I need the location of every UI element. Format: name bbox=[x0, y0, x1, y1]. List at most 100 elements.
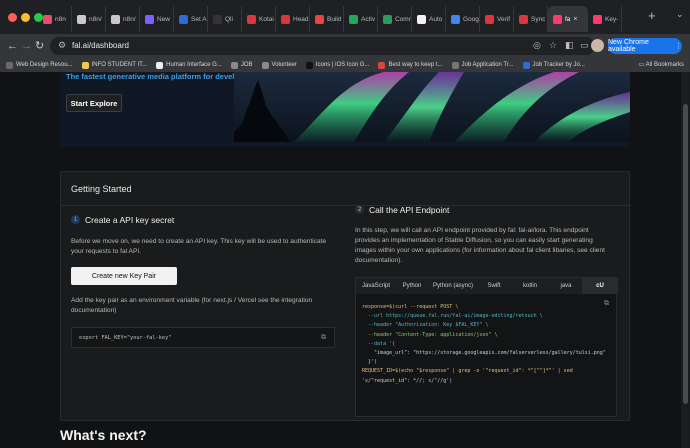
language-tab[interactable]: Swift bbox=[478, 278, 510, 294]
browser-tab[interactable]: Goog bbox=[446, 6, 480, 32]
code-example-panel: JavaScript Python Python (async) Swift kotli… bbox=[355, 277, 618, 417]
forward-icon[interactable]: → bbox=[21, 39, 32, 53]
tab-title: Key- bbox=[605, 15, 619, 23]
env-description: Add the key pair as an environment varia… bbox=[71, 296, 346, 316]
tab-favicon-icon bbox=[281, 14, 290, 24]
tab-title: n8n bbox=[55, 15, 66, 23]
bookmark-item[interactable]: INFO STUDENT IT... bbox=[81, 61, 147, 69]
browser-tab[interactable]: Set A bbox=[174, 6, 208, 32]
bookmark-item[interactable]: JOB bbox=[230, 61, 253, 69]
bookmark-item[interactable]: Job Application Tr... bbox=[451, 61, 514, 69]
tab-title: Set A bbox=[191, 15, 207, 23]
getting-started-title: Getting Started bbox=[71, 184, 132, 194]
create-key-pair-button[interactable]: Create new Key Pair bbox=[71, 267, 177, 285]
extension-icon[interactable]: ◧ bbox=[565, 40, 574, 51]
scrollbar-thumb[interactable] bbox=[683, 104, 688, 404]
all-bookmarks-button[interactable]: ▭ All Bookmarks bbox=[639, 61, 684, 68]
tab-title: Goog bbox=[463, 15, 479, 23]
env-code-text[interactable]: export FAL_KEY="your-fal-key" bbox=[79, 335, 171, 341]
tab-title: n8n/ bbox=[89, 15, 102, 23]
language-tab[interactable]: Python (async) bbox=[428, 278, 478, 294]
browser-tab[interactable]: Qli bbox=[208, 6, 242, 32]
browser-tabs: n8n n8n/n8n/New Set A Qli Kotai Head Build Acti… bbox=[38, 6, 622, 32]
env-description-line: Add the key pair as an environment varia… bbox=[71, 297, 313, 304]
bookmark-item[interactable]: Best way to keep t... bbox=[378, 61, 443, 69]
browser-tab[interactable]: New bbox=[140, 6, 174, 32]
minimize-window-dot[interactable] bbox=[21, 13, 30, 22]
tab-title: Head bbox=[293, 15, 309, 23]
browser-tab[interactable]: Verif bbox=[480, 6, 514, 32]
language-tabs: JavaScript Python Python (async) Swift kotli… bbox=[356, 278, 618, 294]
bookmark-item[interactable]: Web Design Resou... bbox=[6, 61, 73, 69]
bookmark-label: Web Design Resou... bbox=[16, 62, 73, 68]
bookmark-favicon-icon bbox=[261, 61, 269, 69]
browser-tab[interactable]: n8n/ bbox=[106, 6, 140, 32]
browser-tab[interactable]: n8n bbox=[38, 6, 72, 32]
tab-title: fa bbox=[565, 15, 571, 23]
back-icon[interactable]: ← bbox=[7, 39, 18, 53]
browser-tab[interactable]: Sync bbox=[514, 6, 548, 32]
browser-tab[interactable]: Kotai bbox=[242, 6, 276, 32]
bookmark-label: Job Application Tr... bbox=[461, 62, 514, 68]
new-tab-button[interactable]: + bbox=[648, 9, 656, 22]
browser-tab[interactable]: Activ bbox=[344, 6, 378, 32]
bookmark-item[interactable]: Icons | iOS Icon G... bbox=[305, 61, 369, 69]
bookmark-list: Web Design Resou... INFO STUDENT IT... Hum… bbox=[6, 61, 594, 69]
reload-icon[interactable]: ↻ bbox=[35, 39, 44, 53]
hide-eye-icon[interactable]: ◎ bbox=[533, 40, 541, 51]
code-line: --data '{ bbox=[362, 340, 396, 347]
code-line: REQUEST_ID=$(echo "$response" | grep -o … bbox=[362, 368, 573, 375]
language-tab[interactable]: kotlin bbox=[510, 278, 550, 294]
tab-favicon-icon bbox=[111, 14, 120, 24]
copy-icon[interactable]: ⧉ bbox=[321, 334, 326, 342]
tab-search-button[interactable]: ⌄ bbox=[676, 9, 684, 20]
update-chrome-button[interactable]: New Chrome available ⋮ bbox=[608, 38, 682, 54]
page-viewport[interactable]: The fastest generative media platform fo… bbox=[0, 72, 690, 448]
tab-favicon-icon bbox=[77, 14, 86, 24]
language-tab[interactable]: Python bbox=[396, 278, 428, 294]
aurora-illustration bbox=[234, 72, 630, 142]
tab-favicon-icon bbox=[315, 14, 324, 24]
start-explore-button[interactable]: Start Explore bbox=[66, 94, 122, 112]
close-tab-icon[interactable]: × bbox=[573, 16, 577, 23]
language-tab[interactable]: java bbox=[550, 278, 582, 294]
bookmark-favicon-icon bbox=[378, 61, 386, 69]
profile-avatar[interactable] bbox=[591, 39, 604, 52]
site-info-icon[interactable]: ⚙ bbox=[58, 40, 66, 51]
tab-title: Activ bbox=[361, 15, 376, 23]
close-window-dot[interactable] bbox=[8, 13, 17, 22]
browser-tab[interactable]: Auto bbox=[412, 6, 446, 32]
bookmark-star-icon[interactable]: ☆ bbox=[549, 40, 557, 51]
env-code-block: export FAL_KEY="your-fal-key" ⧉ bbox=[71, 327, 335, 348]
code-line: 's/"request_id": *//; s/"//g') bbox=[362, 377, 453, 384]
browser-tab[interactable]: fa × bbox=[548, 6, 588, 32]
page-scrollbar[interactable] bbox=[681, 72, 690, 448]
address-bar[interactable]: ⚙ fal.ai/dashboard ◎ ☆ ◧ ▭ bbox=[50, 37, 595, 55]
step2-description: In this step, we will call an API endpoi… bbox=[355, 226, 625, 266]
side-panel-icon[interactable]: ▭ bbox=[580, 40, 589, 51]
language-tab[interactable]: cU bbox=[582, 278, 618, 294]
browser-tab[interactable]: n8n/ bbox=[72, 6, 106, 32]
tab-title: New bbox=[157, 15, 171, 23]
bookmark-item[interactable]: Job Tracker by Jo... bbox=[522, 61, 585, 69]
tab-favicon-icon bbox=[145, 14, 154, 24]
step1-description: Before we move on, we need to create an … bbox=[71, 237, 346, 257]
browser-tab[interactable]: Build bbox=[310, 6, 344, 32]
browser-tab[interactable]: Key- bbox=[588, 6, 622, 32]
step2-description-line: images within your own applications (for… bbox=[355, 247, 605, 254]
language-tab[interactable]: JavaScript bbox=[356, 278, 396, 294]
tab-title: Build bbox=[327, 15, 342, 23]
bookmark-item[interactable]: Human Interface G... bbox=[156, 61, 222, 69]
curl-code-block[interactable]: response=$(curl --request POST \ --url h… bbox=[362, 303, 606, 386]
tab-strip: n8n n8n/n8n/New Set A Qli Kotai Head Build Acti… bbox=[0, 0, 690, 34]
bookmark-label: JOB bbox=[240, 62, 253, 68]
code-line: }') bbox=[362, 359, 378, 366]
code-line: "image_url": "https://storage.googleapis… bbox=[362, 350, 606, 357]
browser-tab[interactable]: Head bbox=[276, 6, 310, 32]
bookmark-item[interactable]: Volunteer bbox=[261, 61, 297, 69]
browser-tab[interactable]: Comm bbox=[378, 6, 412, 32]
url-text[interactable]: fal.ai/dashboard bbox=[72, 41, 129, 50]
code-line: --header "Authorization: Key $FAL_KEY" \ bbox=[362, 322, 489, 329]
env-description-line: documentation) bbox=[71, 307, 117, 314]
tab-favicon-icon bbox=[179, 14, 188, 24]
